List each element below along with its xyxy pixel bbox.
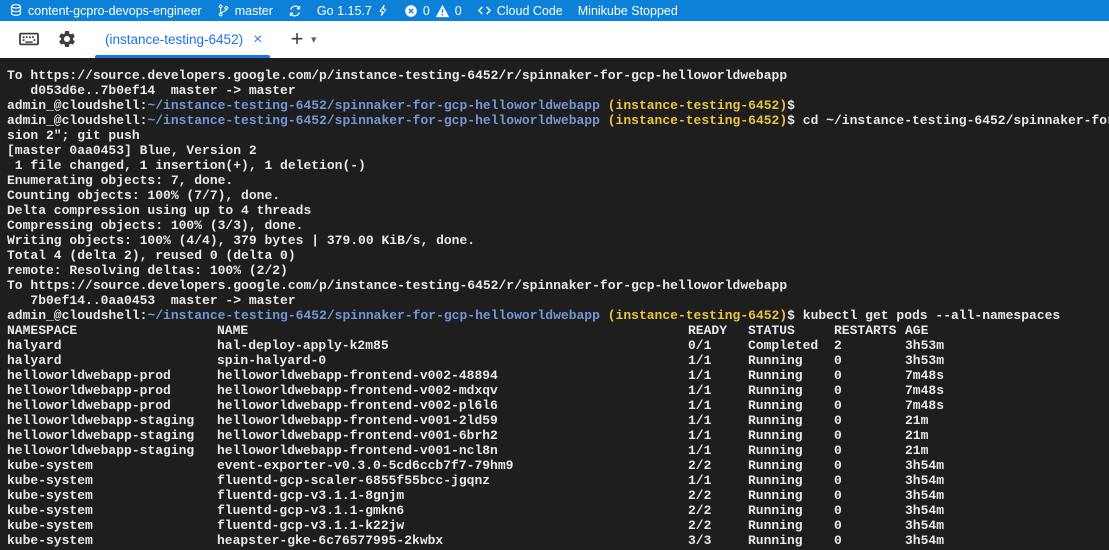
terminal-output-line: d053d6e..7b0ef14 master -> master (7, 83, 1109, 98)
terminal-output-line: Enumerating objects: 7, done. (7, 173, 1109, 188)
plus-icon: + (291, 26, 304, 52)
terminal-output-line: [master 0aa0453] Blue, Version 2 (7, 143, 1109, 158)
project-label: content-gcpro-devops-engineer (28, 4, 202, 18)
status-bar: content-gcpro-devops-engineer master Go … (0, 0, 1109, 21)
pod-row: helloworldwebapp-prodhelloworldwebapp-fr… (7, 398, 1109, 413)
terminal-tab-label: (instance-testing-6452) (105, 32, 243, 47)
chevron-down-icon: ▾ (311, 34, 317, 46)
pod-row: kube-systemheapster-gke-6c76577995-2kwbx… (7, 533, 1109, 548)
new-tab-button[interactable]: + (285, 27, 309, 51)
cloud-code-indicator[interactable]: Cloud Code (477, 4, 563, 18)
close-icon[interactable]: × (253, 32, 262, 48)
terminal-output-line: Counting objects: 100% (7/7), done. (7, 188, 1109, 203)
git-branch-icon (217, 3, 230, 18)
pod-row: halyardhal-deploy-apply-k2m850/1Complete… (7, 338, 1109, 353)
terminal-output-line: To https://source.developers.google.com/… (7, 68, 1109, 83)
sync-icon (288, 4, 302, 18)
lightning-icon (377, 3, 389, 18)
warning-count: 0 (455, 4, 462, 18)
terminal-tab[interactable]: (instance-testing-6452) × (95, 21, 270, 58)
pod-row: helloworldwebapp-prodhelloworldwebapp-fr… (7, 368, 1109, 383)
terminal-prompt-line: admin_@cloudshell:~/instance-testing-645… (7, 113, 1109, 128)
pod-row: kube-systemfluentd-gcp-v3.1.1-k22jw2/2Ru… (7, 518, 1109, 533)
database-icon (9, 3, 23, 18)
terminal[interactable]: To https://source.developers.google.com/… (0, 58, 1109, 550)
minikube-label: Minikube Stopped (578, 4, 678, 18)
error-icon (404, 4, 418, 18)
git-branch-indicator[interactable]: master (217, 3, 273, 18)
settings-button[interactable] (55, 29, 79, 53)
gear-icon (57, 29, 77, 54)
go-version-indicator[interactable]: Go 1.15.7 (317, 3, 389, 18)
terminal-output-line: 7b0ef14..0aa0453 master -> master (7, 293, 1109, 308)
cloud-shell-window: content-gcpro-devops-engineer master Go … (0, 0, 1109, 550)
pods-table-header: NAMESPACENAMEREADYSTATUSRESTARTSAGE (7, 323, 1109, 338)
cloud-code-label: Cloud Code (497, 4, 563, 18)
problems-indicator[interactable]: 0 0 (404, 4, 462, 18)
pod-row: kube-systemevent-exporter-v0.3.0-5cd6ccb… (7, 458, 1109, 473)
terminal-output-line: remote: Resolving deltas: 100% (2/2) (7, 263, 1109, 278)
pod-row: kube-systemfluentd-gcp-scaler-6855f55bcc… (7, 473, 1109, 488)
terminal-output-line: Compressing objects: 100% (3/3), done. (7, 218, 1109, 233)
pod-row: helloworldwebapp-staginghelloworldwebapp… (7, 428, 1109, 443)
terminal-tab-bar: (instance-testing-6452) × + ▾ (0, 21, 1109, 58)
keyboard-button[interactable] (17, 29, 41, 53)
go-version-label: Go 1.15.7 (317, 4, 372, 18)
project-indicator[interactable]: content-gcpro-devops-engineer (9, 3, 202, 18)
error-count: 0 (423, 4, 430, 18)
terminal-prompt-line: admin_@cloudshell:~/instance-testing-645… (7, 308, 1109, 323)
pod-row: helloworldwebapp-staginghelloworldwebapp… (7, 443, 1109, 458)
pod-row: helloworldwebapp-prodhelloworldwebapp-fr… (7, 383, 1109, 398)
sync-button[interactable] (288, 4, 302, 18)
terminal-output-line: sion 2"; git push (7, 128, 1109, 143)
pod-row: halyardspin-halyard-01/1Running03h53m (7, 353, 1109, 368)
pod-row: helloworldwebapp-staginghelloworldwebapp… (7, 413, 1109, 428)
warning-icon (435, 4, 450, 18)
pod-row: kube-systemfluentd-gcp-v3.1.1-8gnjm2/2Ru… (7, 488, 1109, 503)
tab-menu-button[interactable]: ▾ (311, 33, 317, 46)
minikube-status[interactable]: Minikube Stopped (578, 4, 678, 18)
terminal-output-line: Total 4 (delta 2), reused 0 (delta 0) (7, 248, 1109, 263)
pod-row: kube-systemfluentd-gcp-v3.1.1-gmkn62/2Ru… (7, 503, 1109, 518)
branch-label: master (235, 4, 273, 18)
terminal-output-line: Writing objects: 100% (4/4), 379 bytes |… (7, 233, 1109, 248)
terminal-output-line: To https://source.developers.google.com/… (7, 278, 1109, 293)
terminal-output-line: 1 file changed, 1 insertion(+), 1 deleti… (7, 158, 1109, 173)
keyboard-icon (18, 30, 40, 53)
code-icon (477, 4, 492, 17)
terminal-output-line: Delta compression using up to 4 threads (7, 203, 1109, 218)
terminal-prompt-line: admin_@cloudshell:~/instance-testing-645… (7, 98, 1109, 113)
